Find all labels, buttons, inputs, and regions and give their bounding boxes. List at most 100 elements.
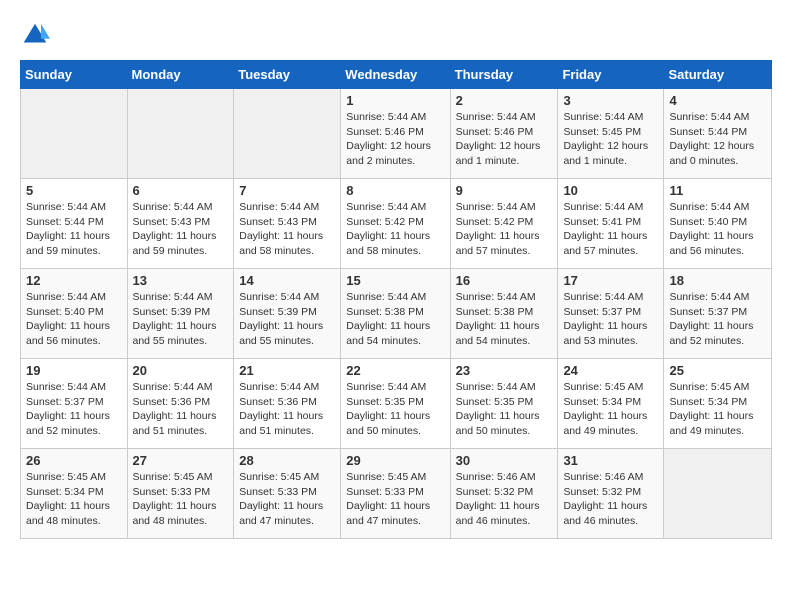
calendar-cell: 8 Sunrise: 5:44 AMSunset: 5:42 PMDaylight…	[341, 179, 450, 269]
cell-content: Sunrise: 5:45 AMSunset: 5:34 PMDaylight:…	[669, 380, 766, 439]
cell-content: Sunrise: 5:44 AMSunset: 5:38 PMDaylight:…	[456, 290, 553, 349]
calendar-cell: 27 Sunrise: 5:45 AMSunset: 5:33 PMDayligh…	[127, 449, 234, 539]
day-number: 30	[456, 453, 553, 468]
calendar-cell: 1Sunrise: 5:44 AMSunset: 5:46 PMDaylight…	[341, 89, 450, 179]
calendar-cell: 7 Sunrise: 5:44 AMSunset: 5:43 PMDaylight…	[234, 179, 341, 269]
day-number: 10	[563, 183, 658, 198]
calendar-week-row: 5 Sunrise: 5:44 AMSunset: 5:44 PMDaylight…	[21, 179, 772, 269]
cell-content: Sunrise: 5:45 AMSunset: 5:33 PMDaylight:…	[133, 470, 229, 529]
day-number: 20	[133, 363, 229, 378]
calendar-week-row: 19 Sunrise: 5:44 AMSunset: 5:37 PMDayligh…	[21, 359, 772, 449]
calendar-cell: 4 Sunrise: 5:44 AMSunset: 5:44 PMDaylight…	[664, 89, 772, 179]
cell-content: Sunrise: 5:44 AMSunset: 5:44 PMDaylight:…	[26, 200, 122, 259]
calendar-cell: 6 Sunrise: 5:44 AMSunset: 5:43 PMDaylight…	[127, 179, 234, 269]
day-number: 18	[669, 273, 766, 288]
cell-content: Sunrise: 5:45 AMSunset: 5:33 PMDaylight:…	[346, 470, 444, 529]
calendar-cell: 2Sunrise: 5:44 AMSunset: 5:46 PMDaylight…	[450, 89, 558, 179]
calendar-cell: 28Sunrise: 5:45 AMSunset: 5:33 PMDayligh…	[234, 449, 341, 539]
day-number: 3	[563, 93, 658, 108]
day-number: 12	[26, 273, 122, 288]
calendar-cell: 13 Sunrise: 5:44 AMSunset: 5:39 PMDayligh…	[127, 269, 234, 359]
calendar-week-row: 1Sunrise: 5:44 AMSunset: 5:46 PMDaylight…	[21, 89, 772, 179]
day-number: 5	[26, 183, 122, 198]
weekday-header-wednesday: Wednesday	[341, 61, 450, 89]
calendar-cell: 24 Sunrise: 5:45 AMSunset: 5:34 PMDayligh…	[558, 359, 664, 449]
weekday-header-monday: Monday	[127, 61, 234, 89]
weekday-header-thursday: Thursday	[450, 61, 558, 89]
day-number: 9	[456, 183, 553, 198]
cell-content: Sunrise: 5:44 AMSunset: 5:42 PMDaylight:…	[456, 200, 553, 259]
day-number: 8	[346, 183, 444, 198]
cell-content: Sunrise: 5:44 AMSunset: 5:40 PMDaylight:…	[26, 290, 122, 349]
calendar-cell: 14 Sunrise: 5:44 AMSunset: 5:39 PMDayligh…	[234, 269, 341, 359]
weekday-header-row: SundayMondayTuesdayWednesdayThursdayFrid…	[21, 61, 772, 89]
calendar-cell	[127, 89, 234, 179]
day-number: 29	[346, 453, 444, 468]
calendar-cell: 29 Sunrise: 5:45 AMSunset: 5:33 PMDayligh…	[341, 449, 450, 539]
calendar-cell: 15 Sunrise: 5:44 AMSunset: 5:38 PMDayligh…	[341, 269, 450, 359]
cell-content: Sunrise: 5:44 AMSunset: 5:36 PMDaylight:…	[239, 380, 335, 439]
calendar-cell: 17 Sunrise: 5:44 AMSunset: 5:37 PMDayligh…	[558, 269, 664, 359]
calendar-week-row: 26 Sunrise: 5:45 AMSunset: 5:34 PMDayligh…	[21, 449, 772, 539]
cell-content: Sunrise: 5:44 AMSunset: 5:41 PMDaylight:…	[563, 200, 658, 259]
logo	[20, 20, 54, 50]
calendar-cell: 23 Sunrise: 5:44 AMSunset: 5:35 PMDayligh…	[450, 359, 558, 449]
day-number: 7	[239, 183, 335, 198]
calendar-cell	[234, 89, 341, 179]
calendar-table: SundayMondayTuesdayWednesdayThursdayFrid…	[20, 60, 772, 539]
cell-content: Sunrise: 5:44 AMSunset: 5:39 PMDaylight:…	[133, 290, 229, 349]
weekday-header-friday: Friday	[558, 61, 664, 89]
cell-content: Sunrise: 5:44 AMSunset: 5:37 PMDaylight:…	[563, 290, 658, 349]
day-number: 25	[669, 363, 766, 378]
day-number: 27	[133, 453, 229, 468]
day-number: 19	[26, 363, 122, 378]
cell-content: Sunrise: 5:45 AMSunset: 5:33 PMDaylight:…	[239, 470, 335, 529]
cell-content: Sunrise: 5:44 AMSunset: 5:36 PMDaylight:…	[133, 380, 229, 439]
cell-content: Sunrise: 5:44 AMSunset: 5:43 PMDaylight:…	[239, 200, 335, 259]
page-header	[20, 20, 772, 50]
calendar-cell: 10 Sunrise: 5:44 AMSunset: 5:41 PMDayligh…	[558, 179, 664, 269]
calendar-cell: 22Sunrise: 5:44 AMSunset: 5:35 PMDayligh…	[341, 359, 450, 449]
calendar-cell	[664, 449, 772, 539]
day-number: 11	[669, 183, 766, 198]
cell-content: Sunrise: 5:44 AMSunset: 5:44 PMDaylight:…	[669, 110, 766, 169]
day-number: 13	[133, 273, 229, 288]
cell-content: Sunrise: 5:45 AMSunset: 5:34 PMDaylight:…	[563, 380, 658, 439]
cell-content: Sunrise: 5:46 AMSunset: 5:32 PMDaylight:…	[456, 470, 553, 529]
day-number: 24	[563, 363, 658, 378]
cell-content: Sunrise: 5:44 AMSunset: 5:42 PMDaylight:…	[346, 200, 444, 259]
cell-content: Sunrise: 5:44 AMSunset: 5:35 PMDaylight:…	[456, 380, 553, 439]
cell-content: Sunrise: 5:46 AMSunset: 5:32 PMDaylight:…	[563, 470, 658, 529]
weekday-header-sunday: Sunday	[21, 61, 128, 89]
cell-content: Sunrise: 5:44 AMSunset: 5:46 PMDaylight:…	[346, 110, 444, 169]
calendar-cell: 25 Sunrise: 5:45 AMSunset: 5:34 PMDayligh…	[664, 359, 772, 449]
day-number: 23	[456, 363, 553, 378]
cell-content: Sunrise: 5:44 AMSunset: 5:38 PMDaylight:…	[346, 290, 444, 349]
calendar-cell: 31 Sunrise: 5:46 AMSunset: 5:32 PMDayligh…	[558, 449, 664, 539]
day-number: 6	[133, 183, 229, 198]
calendar-week-row: 12 Sunrise: 5:44 AMSunset: 5:40 PMDayligh…	[21, 269, 772, 359]
day-number: 21	[239, 363, 335, 378]
weekday-header-saturday: Saturday	[664, 61, 772, 89]
logo-icon	[20, 20, 50, 50]
day-number: 14	[239, 273, 335, 288]
cell-content: Sunrise: 5:44 AMSunset: 5:39 PMDaylight:…	[239, 290, 335, 349]
day-number: 4	[669, 93, 766, 108]
cell-content: Sunrise: 5:44 AMSunset: 5:43 PMDaylight:…	[133, 200, 229, 259]
calendar-cell: 5 Sunrise: 5:44 AMSunset: 5:44 PMDaylight…	[21, 179, 128, 269]
calendar-cell: 26 Sunrise: 5:45 AMSunset: 5:34 PMDayligh…	[21, 449, 128, 539]
weekday-header-tuesday: Tuesday	[234, 61, 341, 89]
day-number: 26	[26, 453, 122, 468]
day-number: 31	[563, 453, 658, 468]
calendar-cell: 16Sunrise: 5:44 AMSunset: 5:38 PMDayligh…	[450, 269, 558, 359]
calendar-cell: 11Sunrise: 5:44 AMSunset: 5:40 PMDayligh…	[664, 179, 772, 269]
day-number: 2	[456, 93, 553, 108]
day-number: 17	[563, 273, 658, 288]
cell-content: Sunrise: 5:44 AMSunset: 5:37 PMDaylight:…	[669, 290, 766, 349]
calendar-cell: 20 Sunrise: 5:44 AMSunset: 5:36 PMDayligh…	[127, 359, 234, 449]
day-number: 15	[346, 273, 444, 288]
cell-content: Sunrise: 5:45 AMSunset: 5:34 PMDaylight:…	[26, 470, 122, 529]
calendar-cell	[21, 89, 128, 179]
day-number: 22	[346, 363, 444, 378]
cell-content: Sunrise: 5:44 AMSunset: 5:37 PMDaylight:…	[26, 380, 122, 439]
